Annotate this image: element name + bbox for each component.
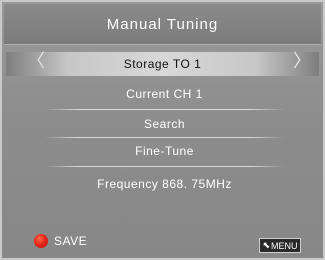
menu-label: MENU [271, 240, 298, 251]
red-button-icon [34, 234, 48, 248]
back-icon: ⬉ [262, 240, 271, 251]
divider [44, 137, 285, 138]
divider [44, 166, 285, 167]
menu-item-label: Current CH 1 [126, 87, 203, 101]
chevron-left-icon[interactable]: 〈 [27, 52, 45, 72]
menu-item-fine-tune[interactable]: Fine-Tune [40, 139, 289, 163]
menu-item-current-channel[interactable]: Current CH 1 [40, 82, 289, 106]
chevron-right-icon[interactable]: 〉 [293, 52, 311, 72]
divider [44, 109, 285, 110]
save-button[interactable]: SAVE [34, 234, 87, 248]
menu-item-label: Storage TO 1 [123, 57, 202, 71]
manual-tuning-osd: Manual Tuning Storage TO 1 〈 〉 Current C… [0, 0, 325, 260]
menu-button[interactable]: ⬉ MENU [259, 238, 301, 253]
menu-item-search[interactable]: Search [40, 112, 289, 136]
menu-item-frequency[interactable]: Frequency 868. 75MHz [40, 172, 289, 196]
menu-item-label: Frequency 868. 75MHz [97, 177, 232, 191]
menu-item-label: Fine-Tune [135, 144, 194, 158]
menu-item-label: Search [143, 117, 186, 131]
page-title: Manual Tuning [106, 15, 219, 33]
menu-item-storage[interactable]: Storage TO 1 [6, 52, 319, 76]
save-label: SAVE [54, 234, 88, 248]
title-bar: Manual Tuning [4, 4, 321, 45]
